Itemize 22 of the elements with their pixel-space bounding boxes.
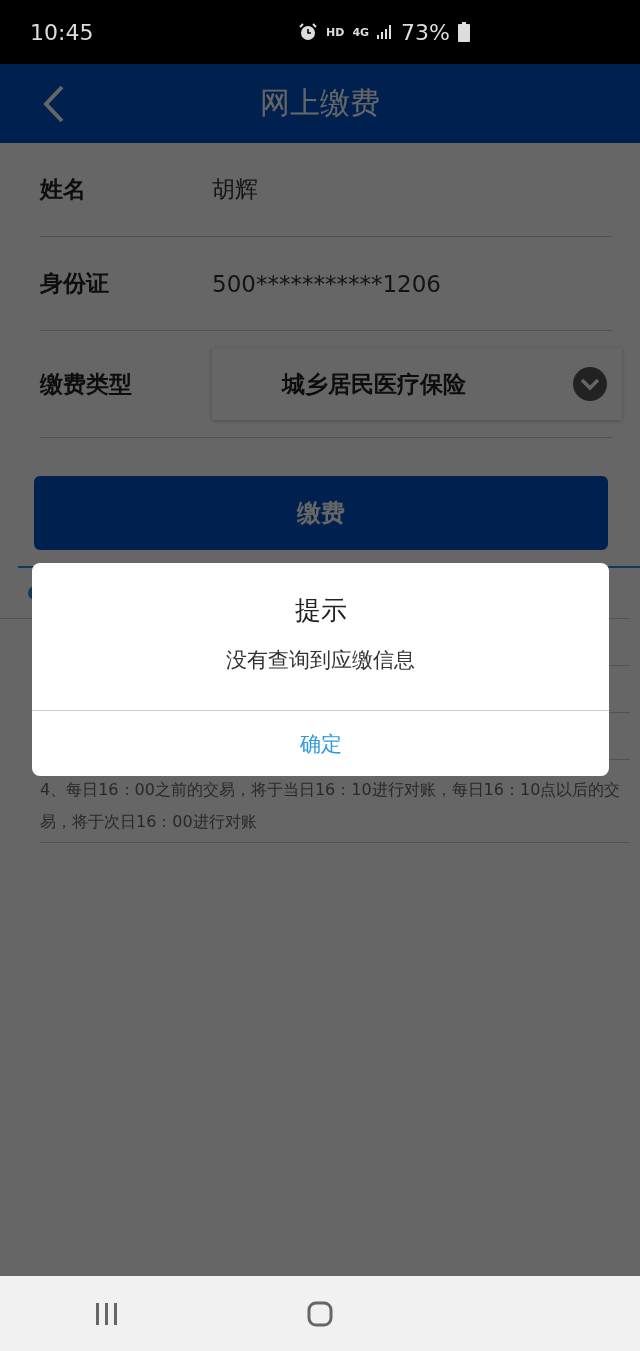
hd-label: HD — [326, 25, 345, 39]
pay-button[interactable]: 缴费 — [34, 476, 608, 550]
confirm-button[interactable]: 确定 — [32, 710, 609, 776]
home-icon[interactable] — [307, 1300, 333, 1327]
signal-icon — [377, 25, 394, 39]
field-label: 身份证 — [40, 269, 110, 298]
field-value: 胡辉 — [212, 175, 258, 204]
chevron-down-icon — [572, 366, 608, 402]
recent-apps-icon[interactable] — [93, 1301, 120, 1326]
field-label: 缴费类型 — [40, 369, 133, 399]
page-title: 网上缴费 — [260, 84, 380, 122]
payment-type-dropdown[interactable]: 城乡居民医疗保险 — [212, 348, 622, 420]
dialog-title: 提示 — [294, 594, 347, 627]
field-value: 500***********1206 — [212, 270, 441, 297]
battery-percent: 73% — [401, 19, 450, 45]
dialog-message: 没有查询到应缴信息 — [226, 647, 415, 674]
field-label: 姓名 — [40, 175, 87, 204]
network-label: 4G — [352, 25, 370, 39]
battery-icon — [458, 22, 470, 42]
alarm-icon — [298, 22, 319, 42]
clock-time: 10:45 — [30, 19, 94, 45]
back-icon[interactable] — [42, 84, 66, 124]
